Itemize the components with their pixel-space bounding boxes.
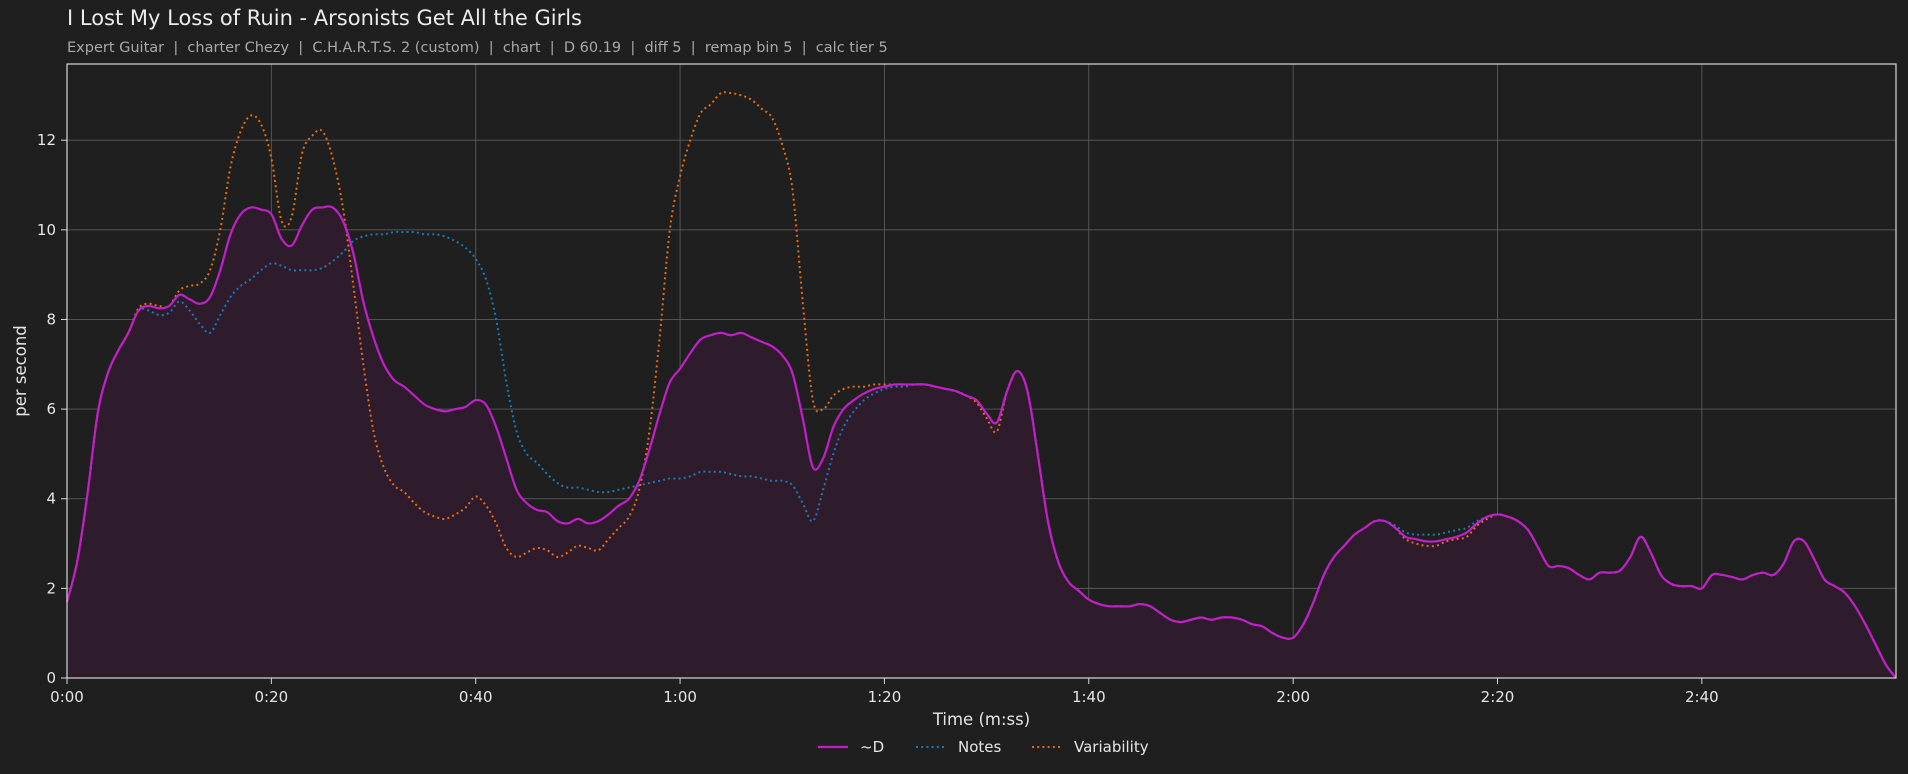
x-tick-label: 2:00 bbox=[1276, 688, 1310, 706]
legend: ~D Notes Variability bbox=[818, 738, 1149, 756]
y-tick-label: 6 bbox=[46, 400, 56, 418]
legend-label-variability: Variability bbox=[1074, 738, 1149, 756]
x-axis-label: Time (m:ss) bbox=[932, 710, 1030, 729]
y-tick-label: 0 bbox=[46, 669, 56, 687]
d-area-fill bbox=[67, 206, 1896, 679]
x-tick-label: 0:20 bbox=[255, 688, 289, 706]
y-tick-label: 4 bbox=[46, 490, 56, 508]
y-tick-label: 8 bbox=[46, 310, 56, 328]
y-tick-label: 10 bbox=[37, 221, 56, 239]
x-tick-label: 0:00 bbox=[50, 688, 84, 706]
x-tick-label: 0:40 bbox=[459, 688, 493, 706]
x-tick-label: 1:00 bbox=[663, 688, 697, 706]
x-tick-label: 2:40 bbox=[1685, 688, 1719, 706]
chart: 0:00 0:20 0:40 1:00 1:20 1:40 2:00 2:20 2:40 0 2 4 6… bbox=[11, 63, 1897, 756]
legend-label-notes: Notes bbox=[958, 738, 1002, 756]
x-tick-label: 2:20 bbox=[1481, 688, 1515, 706]
area-fill bbox=[67, 206, 1896, 679]
y-tick-label: 2 bbox=[46, 579, 56, 597]
y-tick-label: 12 bbox=[37, 131, 56, 149]
legend-label-d: ~D bbox=[860, 738, 884, 756]
x-tick-label: 1:40 bbox=[1072, 688, 1106, 706]
y-axis-label: per second bbox=[11, 325, 30, 417]
x-tick-label: 1:20 bbox=[868, 688, 902, 706]
